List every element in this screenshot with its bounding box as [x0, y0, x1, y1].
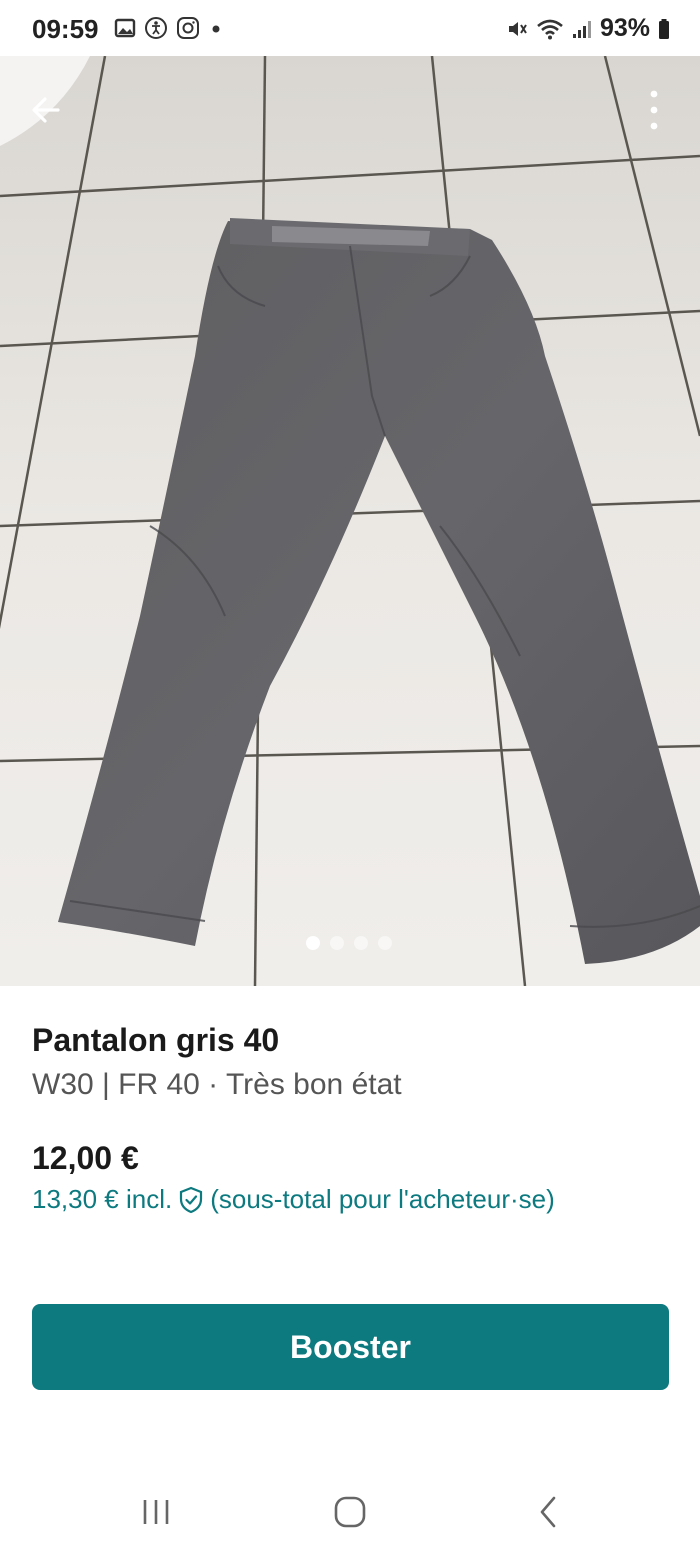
arrow-left-icon	[32, 97, 60, 123]
chevron-left-icon	[540, 1496, 556, 1528]
status-time: 09:59	[32, 14, 99, 44]
carousel-dot	[330, 936, 344, 950]
home-button[interactable]	[320, 1488, 380, 1536]
listing-title: Pantalon gris 40	[32, 1022, 280, 1058]
battery-percentage: 93%	[599, 14, 650, 42]
carousel-dot-active	[306, 936, 320, 950]
more-notifications-dot-icon	[212, 25, 220, 33]
status-bar: 09:59 93%	[0, 0, 700, 56]
system-back-button[interactable]	[518, 1488, 578, 1536]
more-options-button[interactable]	[630, 84, 678, 136]
system-nav-bar	[0, 1466, 700, 1556]
carousel-dot	[354, 936, 368, 950]
buyer-price: 13,30 € incl.	[32, 1184, 173, 1214]
listing-price: 12,00 €	[32, 1140, 139, 1176]
product-photo	[0, 56, 700, 986]
listing-details: W30 | FR 40 · Très bon état	[32, 1068, 402, 1101]
recent-apps-button[interactable]	[126, 1488, 186, 1536]
signal-icon	[572, 20, 591, 38]
more-vertical-icon	[650, 90, 658, 130]
mute-icon	[508, 21, 527, 36]
carousel-dot	[378, 936, 392, 950]
battery-icon	[659, 18, 669, 39]
notification-icons	[114, 16, 224, 40]
back-button[interactable]	[22, 86, 70, 134]
product-photo-carousel[interactable]	[0, 56, 700, 986]
recent-apps-icon	[143, 1500, 169, 1524]
status-right: 93%	[506, 14, 670, 43]
gallery-notification-icon	[114, 18, 136, 38]
wifi-icon	[537, 19, 563, 39]
shield-check-icon	[180, 1186, 203, 1213]
buyer-price-info[interactable]: 13,30 € incl. (sous-total pour l'acheteu…	[32, 1184, 555, 1215]
home-icon	[334, 1496, 366, 1528]
buyer-price-note: (sous-total pour l'acheteur·se)	[210, 1184, 555, 1214]
booster-button[interactable]: Booster	[32, 1304, 669, 1390]
carousel-indicator	[306, 936, 392, 950]
accessibility-notification-icon	[145, 17, 167, 39]
instagram-notification-icon	[177, 17, 199, 39]
